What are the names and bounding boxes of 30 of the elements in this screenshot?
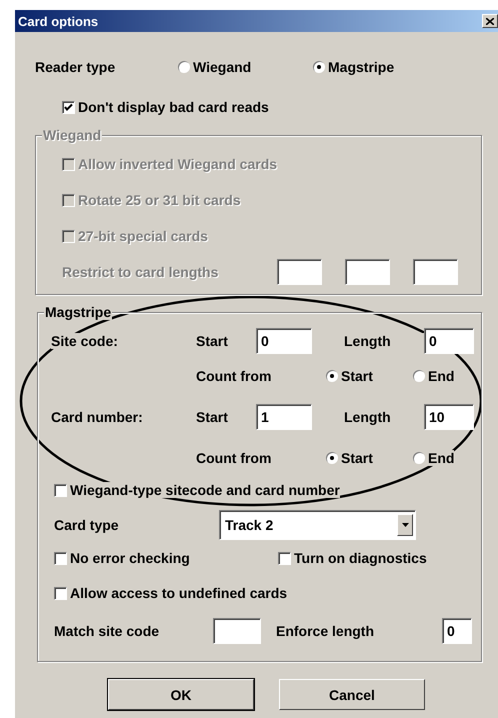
caret-icon [402,523,408,527]
radio-button[interactable]: Wiegand [178,59,313,75]
start-field[interactable]: 0 [256,328,312,354]
length-label: Length [344,333,424,349]
reader-type-label: Reader type [35,59,116,75]
radio-button[interactable]: Start [326,368,413,384]
radio-circle[interactable] [413,370,425,382]
radio-button[interactable]: Start [326,450,413,466]
dialog-button[interactable]: Cancel [279,679,425,710]
group-title: Wiegand [42,127,102,143]
checkbox[interactable]: Don't display bad card reads [62,99,269,115]
dialog-button[interactable]: OK [108,679,254,710]
checkmark-icon [64,102,73,112]
enforce-length-field[interactable]: 0 [442,618,472,644]
group-title: Magstripe [44,304,112,320]
length-field[interactable]: 0 [424,328,474,354]
card-type-dropdown[interactable]: Track 2 [219,510,416,540]
close-icon [486,18,494,24]
radio-button[interactable]: Magstripe [313,59,394,75]
match-site-code-field[interactable] [213,618,261,644]
radio-circle[interactable] [326,452,338,464]
restrict-lengths-label: Restrict to card lengths [62,264,220,280]
radio-circle[interactable] [413,452,425,464]
radio-circle[interactable] [178,61,190,73]
start-field[interactable]: 1 [256,404,312,430]
window-title: Card options [17,14,98,28]
close-button[interactable] [482,14,498,28]
radio-circle[interactable] [326,370,338,382]
length-field[interactable]: 10 [424,404,474,430]
radio-circle[interactable] [313,61,325,73]
